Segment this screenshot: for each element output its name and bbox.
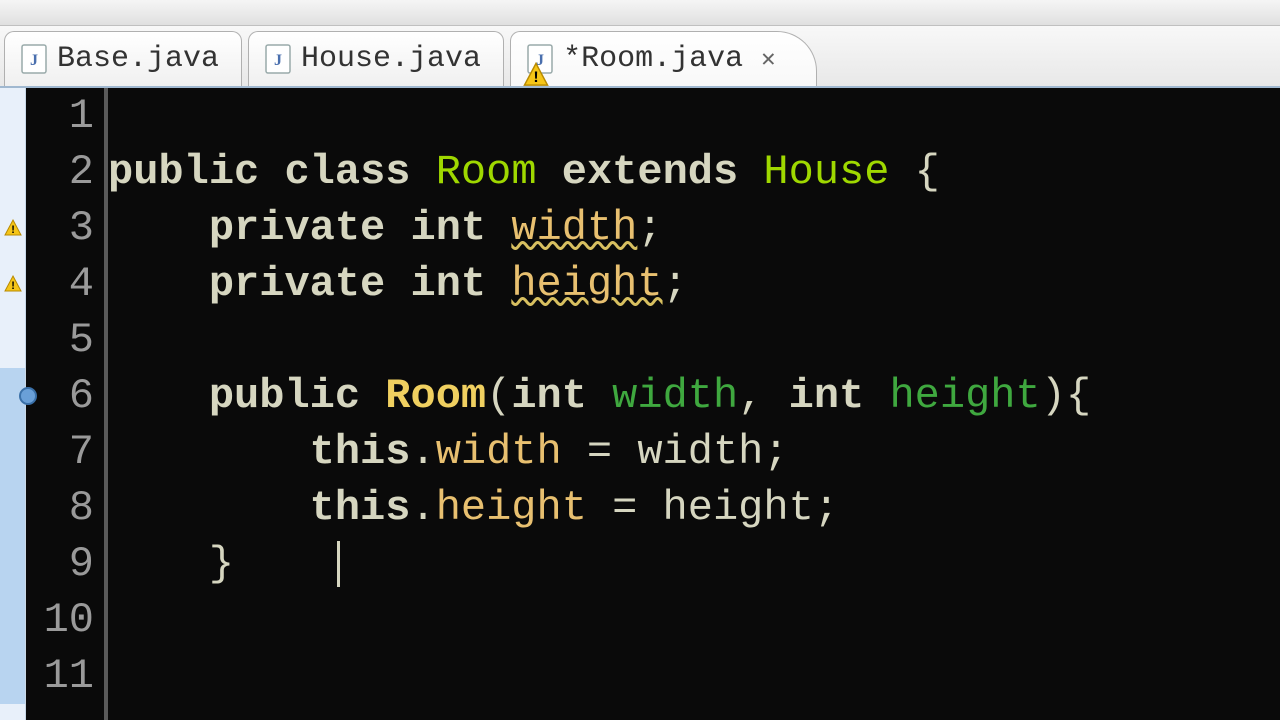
svg-text:!: ! (531, 69, 541, 87)
svg-text:!: ! (10, 281, 17, 293)
line-number: 11 (26, 648, 94, 704)
marker-column: ! ! (0, 88, 26, 720)
code-line: } (108, 536, 1280, 592)
code-line: private int height; (108, 256, 1280, 312)
text-cursor (337, 541, 340, 587)
line-number: 3 (26, 200, 94, 256)
code-line: public Room(int width, int height){ (108, 368, 1280, 424)
method-marker-icon (19, 387, 37, 405)
code-line: this.height = height; (108, 480, 1280, 536)
warning-overlay-icon: ! (523, 60, 541, 78)
warning-marker-icon: ! (3, 274, 23, 294)
tab-room-java[interactable]: J ! *Room.java ✕ (510, 31, 816, 86)
close-icon[interactable]: ✕ (761, 44, 775, 74)
code-line: this.width = width; (108, 424, 1280, 480)
code-editor[interactable]: ! ! 1 2 3 4 5 6 7 8 9 10 11 public cl (0, 88, 1280, 720)
svg-text:J: J (30, 52, 38, 69)
code-line: public class Room extends House { (108, 144, 1280, 200)
warning-marker-icon: ! (3, 218, 23, 238)
code-line: private int width; (108, 200, 1280, 256)
window-top-strip (0, 0, 1280, 26)
svg-text:!: ! (10, 225, 17, 237)
code-line (108, 312, 1280, 368)
code-line (108, 592, 1280, 648)
code-area[interactable]: public class Room extends House { privat… (108, 88, 1280, 720)
code-line (108, 88, 1280, 144)
tab-house-java[interactable]: J House.java (248, 31, 504, 86)
line-number: 8 (26, 480, 94, 536)
line-number: 5 (26, 312, 94, 368)
java-file-icon: J (265, 44, 291, 74)
line-number: 1 (26, 88, 94, 144)
tab-label: Base.java (57, 42, 219, 76)
tab-base-java[interactable]: J Base.java (4, 31, 242, 86)
code-line (108, 648, 1280, 704)
tab-label: *Room.java (563, 42, 743, 76)
svg-text:J: J (274, 52, 282, 69)
line-number: 2 (26, 144, 94, 200)
line-number-gutter: 1 2 3 4 5 6 7 8 9 10 11 (26, 88, 104, 720)
line-number: 4 (26, 256, 94, 312)
java-file-icon: J ! (527, 44, 553, 74)
tab-label: House.java (301, 42, 481, 76)
editor-tab-bar: J Base.java J House.java J ! *Room.java … (0, 26, 1280, 88)
line-number: 10 (26, 592, 94, 648)
line-number: 7 (26, 424, 94, 480)
line-number: 9 (26, 536, 94, 592)
java-file-icon: J (21, 44, 47, 74)
